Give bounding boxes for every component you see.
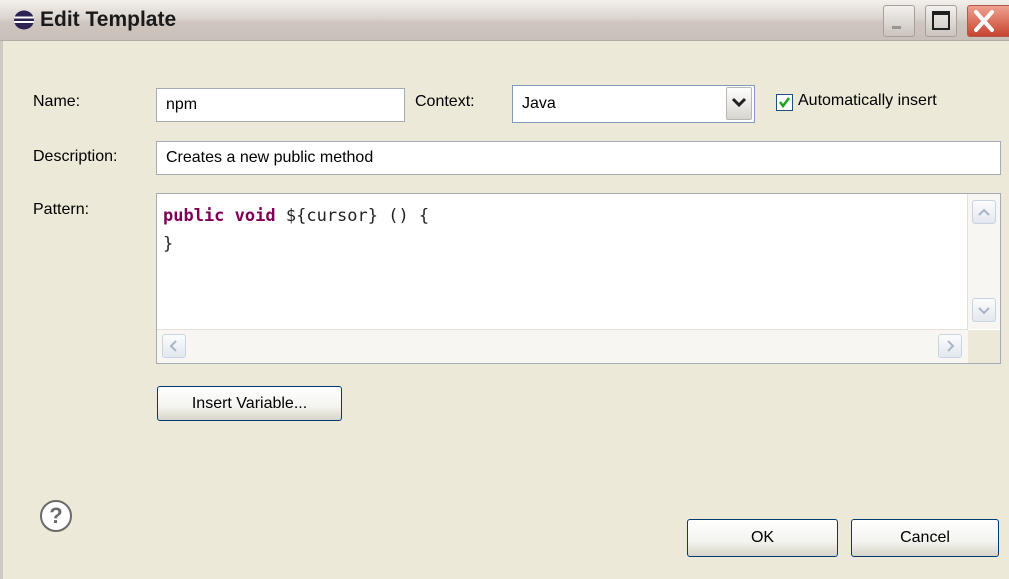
minimize-button[interactable] bbox=[883, 5, 915, 37]
context-select[interactable]: Java bbox=[512, 85, 755, 123]
description-label: Description: bbox=[33, 148, 118, 165]
title-bar[interactable]: Edit Template bbox=[0, 0, 1009, 41]
automatically-insert-label[interactable]: Automatically insert bbox=[798, 92, 937, 110]
pattern-code[interactable]: public void ${cursor} () { } bbox=[163, 202, 429, 258]
checkmark-icon bbox=[779, 97, 790, 109]
insert-variable-button[interactable]: Insert Variable... bbox=[157, 386, 342, 421]
context-dropdown-button[interactable] bbox=[726, 87, 752, 120]
chevron-down-icon bbox=[978, 307, 990, 315]
name-input[interactable]: npm bbox=[156, 88, 405, 122]
pattern-label: Pattern: bbox=[33, 201, 90, 218]
close-icon bbox=[974, 10, 994, 32]
window-title: Edit Template bbox=[40, 8, 177, 31]
minimize-icon bbox=[892, 26, 901, 29]
scroll-right-button[interactable] bbox=[938, 334, 962, 358]
ok-button[interactable]: OK bbox=[687, 519, 838, 557]
horizontal-scrollbar[interactable] bbox=[157, 329, 968, 363]
pattern-line1-rest: ${cursor} () { bbox=[285, 206, 430, 226]
automatically-insert-checkbox[interactable] bbox=[776, 94, 793, 111]
pattern-line2: } bbox=[163, 234, 174, 254]
name-label: Name: bbox=[33, 93, 81, 110]
chevron-left-icon bbox=[169, 340, 177, 352]
context-value: Java bbox=[522, 95, 556, 112]
scroll-up-button[interactable] bbox=[972, 200, 996, 224]
context-label: Context: bbox=[415, 93, 475, 110]
keyword-public: public bbox=[163, 206, 225, 226]
scrollbar-corner bbox=[968, 330, 1000, 363]
close-button[interactable] bbox=[967, 5, 1009, 37]
maximize-button[interactable] bbox=[925, 5, 957, 37]
keyword-void: void bbox=[234, 206, 276, 226]
pattern-editor[interactable]: public void ${cursor} () { } bbox=[156, 193, 1001, 364]
scroll-left-button[interactable] bbox=[162, 334, 186, 358]
cancel-button[interactable]: Cancel bbox=[851, 519, 999, 557]
edit-template-dialog: Edit Template Name: npm Context: Java Au… bbox=[0, 0, 1009, 579]
description-input[interactable]: Creates a new public method bbox=[156, 141, 1001, 175]
eclipse-icon bbox=[14, 10, 34, 30]
maximize-icon bbox=[932, 11, 950, 30]
scroll-down-button[interactable] bbox=[972, 298, 996, 322]
vertical-scrollbar[interactable] bbox=[967, 194, 1000, 329]
chevron-down-icon bbox=[731, 97, 747, 108]
chevron-right-icon bbox=[947, 340, 955, 352]
chevron-up-icon bbox=[978, 208, 990, 216]
help-icon[interactable]: ? bbox=[40, 500, 72, 532]
